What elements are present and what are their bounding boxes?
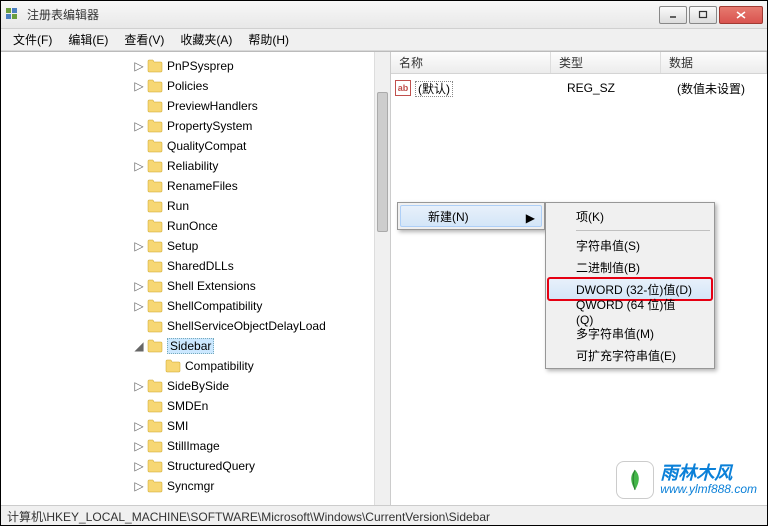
tree-item[interactable]: ▷ Setup [5, 236, 390, 256]
cell-name: (默认) [415, 80, 567, 97]
menu-edit[interactable]: 编辑(E) [60, 29, 116, 50]
tree-item[interactable]: ▷ ShellCompatibility [5, 296, 390, 316]
app-icon [5, 7, 21, 23]
tree-item[interactable]: ▷PreviewHandlers [5, 96, 390, 116]
titlebar: 注册表编辑器 [1, 1, 767, 29]
tree-item-label: Reliability [167, 159, 218, 173]
submenu-binary[interactable]: 二进制值(B) [548, 256, 712, 278]
tree-item-label: StructuredQuery [167, 459, 255, 473]
menu-favorites[interactable]: 收藏夹(A) [172, 29, 240, 50]
tree-item-label: PreviewHandlers [167, 99, 258, 113]
menu-separator [576, 230, 710, 231]
statusbar: 计算机\HKEY_LOCAL_MACHINE\SOFTWARE\Microsof… [1, 505, 767, 525]
tree-item[interactable]: ▷ Syncmgr [5, 476, 390, 496]
tree-item-label: SMI [167, 419, 188, 433]
expand-icon[interactable]: ▷ [133, 440, 145, 452]
expand-icon[interactable]: ▷ [133, 280, 145, 292]
tree-item-label: PnPSysprep [167, 59, 234, 73]
minimize-button[interactable] [659, 6, 687, 24]
tree-item[interactable]: ◢ Sidebar [5, 336, 390, 356]
context-new[interactable]: 新建(N) ▶ [400, 205, 542, 227]
tree-item[interactable]: ▷ Shell Extensions [5, 276, 390, 296]
string-value-icon: ab [395, 80, 411, 96]
menu-file[interactable]: 文件(F) [5, 29, 60, 50]
scrollbar-thumb[interactable] [377, 92, 388, 232]
expand-icon[interactable]: ▷ [133, 160, 145, 172]
list-body: ab (默认) REG_SZ (数值未设置) [391, 74, 767, 102]
tree-item-label: Compatibility [185, 359, 254, 373]
tree-item[interactable]: ▷Run [5, 196, 390, 216]
menu-help[interactable]: 帮助(H) [240, 29, 297, 50]
tree-item[interactable]: ▷ Policies [5, 76, 390, 96]
col-header-name[interactable]: 名称 [391, 52, 551, 73]
expand-icon[interactable]: ▷ [133, 480, 145, 492]
tree-item-label: PropertySystem [167, 119, 252, 133]
tree-item[interactable]: ▷SharedDLLs [5, 256, 390, 276]
tree-item[interactable]: ▷QualityCompat [5, 136, 390, 156]
tree-item[interactable]: ▷ PnPSysprep [5, 56, 390, 76]
maximize-button[interactable] [689, 6, 717, 24]
window-title: 注册表编辑器 [27, 6, 657, 23]
window-controls [657, 6, 763, 24]
menu-view[interactable]: 查看(V) [116, 29, 172, 50]
tree-pane: ▷PnPSysprep▷Policies▷PreviewHandlers▷Pro… [1, 52, 391, 505]
list-row[interactable]: ab (默认) REG_SZ (数值未设置) [391, 78, 767, 98]
submenu-string[interactable]: 字符串值(S) [548, 234, 712, 256]
expand-icon[interactable]: ▷ [133, 240, 145, 252]
tree-item[interactable]: ▷ShellServiceObjectDelayLoad [5, 316, 390, 336]
tree-item-label: Run [167, 199, 189, 213]
context-submenu: 项(K) 字符串值(S) 二进制值(B) DWORD (32-位)值(D) QW… [545, 202, 715, 369]
tree-item-label: Shell Extensions [167, 279, 256, 293]
submenu-multi[interactable]: 多字符串值(M) [548, 322, 712, 344]
tree-item-label: ShellCompatibility [167, 299, 262, 313]
tree-item-label: Sidebar [167, 338, 214, 354]
expand-icon[interactable]: ▷ [133, 380, 145, 392]
tree-item-label: SMDEn [167, 399, 208, 413]
tree-item[interactable]: ▷ PropertySystem [5, 116, 390, 136]
tree-item-label: Syncmgr [167, 479, 214, 493]
tree-item-label: SideBySide [167, 379, 229, 393]
collapse-icon[interactable]: ◢ [133, 340, 145, 352]
expand-icon[interactable]: ▷ [133, 80, 145, 92]
close-button[interactable] [719, 6, 763, 24]
submenu-arrow-icon: ▶ [526, 211, 535, 225]
tree-item[interactable]: ▷RenameFiles [5, 176, 390, 196]
context-menu: 新建(N) ▶ [397, 202, 545, 230]
expand-icon[interactable]: ▷ [133, 300, 145, 312]
expand-icon[interactable]: ▷ [133, 60, 145, 72]
tree-item-label: StillImage [167, 439, 220, 453]
tree-item-label: Setup [167, 239, 198, 253]
submenu-expandable[interactable]: 可扩充字符串值(E) [548, 344, 712, 366]
tree-item-label: ShellServiceObjectDelayLoad [167, 319, 326, 333]
tree-item[interactable]: ▷SMDEn [5, 396, 390, 416]
tree-item-label: SharedDLLs [167, 259, 234, 273]
tree-item-label: RenameFiles [167, 179, 238, 193]
tree-item[interactable]: ▷ SMI [5, 416, 390, 436]
menubar: 文件(F) 编辑(E) 查看(V) 收藏夹(A) 帮助(H) [1, 29, 767, 51]
cell-type: REG_SZ [567, 81, 677, 95]
expand-icon[interactable]: ▷ [133, 120, 145, 132]
expand-icon[interactable]: ▷ [133, 420, 145, 432]
list-header: 名称 类型 数据 [391, 52, 767, 74]
submenu-key[interactable]: 项(K) [548, 205, 712, 227]
tree-item[interactable]: ▷Compatibility [5, 356, 390, 376]
submenu-qword[interactable]: QWORD (64 位)值(Q) [548, 300, 712, 322]
tree-item[interactable]: ▷ StructuredQuery [5, 456, 390, 476]
cell-data: (数值未设置) [677, 80, 767, 97]
tree-item-label: Policies [167, 79, 208, 93]
main-area: ▷PnPSysprep▷Policies▷PreviewHandlers▷Pro… [1, 51, 767, 505]
list-pane: 名称 类型 数据 ab (默认) REG_SZ (数值未设置) 新建(N) ▶ … [391, 52, 767, 505]
tree-item[interactable]: ▷ StillImage [5, 436, 390, 456]
tree-item[interactable]: ▷RunOnce [5, 216, 390, 236]
tree-item-label: QualityCompat [167, 139, 246, 153]
tree-scrollbar[interactable] [374, 52, 390, 505]
col-header-data[interactable]: 数据 [661, 52, 767, 73]
col-header-type[interactable]: 类型 [551, 52, 661, 73]
tree-item-label: RunOnce [167, 219, 218, 233]
tree-item[interactable]: ▷ Reliability [5, 156, 390, 176]
tree-item[interactable]: ▷ SideBySide [5, 376, 390, 396]
expand-icon[interactable]: ▷ [133, 460, 145, 472]
